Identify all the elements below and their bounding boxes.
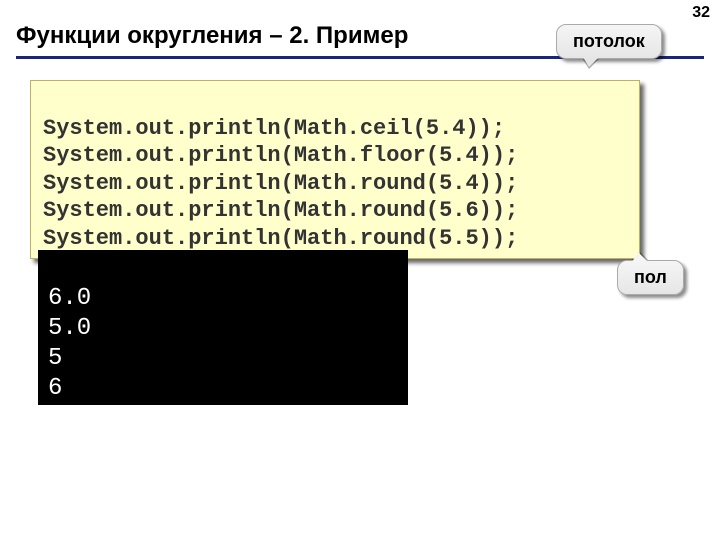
console-line: 5.0 <box>48 315 91 342</box>
code-line: System.out.println(Math.round(5.5)); <box>43 226 518 251</box>
console-line: 6 <box>48 405 62 432</box>
code-line: System.out.println(Math.ceil(5.4)); <box>43 116 505 141</box>
console-line: 5 <box>48 345 62 372</box>
console-line: 6.0 <box>48 285 91 312</box>
callout-ceil: потолок <box>556 24 662 59</box>
code-line: System.out.println(Math.round(5.4)); <box>43 171 518 196</box>
code-line: System.out.println(Math.round(5.6)); <box>43 198 518 223</box>
page-number: 32 <box>692 4 710 22</box>
console-line: 6 <box>48 375 62 402</box>
page-title: Функции округления – 2. Пример <box>16 22 408 50</box>
callout-label: пол <box>634 267 667 287</box>
code-line: System.out.println(Math.floor(5.4)); <box>43 143 518 168</box>
code-block: System.out.println(Math.ceil(5.4)); Syst… <box>30 80 640 259</box>
console-output: 6.0 5.0 5 6 6 <box>38 250 408 405</box>
callout-label: потолок <box>573 31 645 51</box>
callout-floor: пол <box>617 260 684 295</box>
